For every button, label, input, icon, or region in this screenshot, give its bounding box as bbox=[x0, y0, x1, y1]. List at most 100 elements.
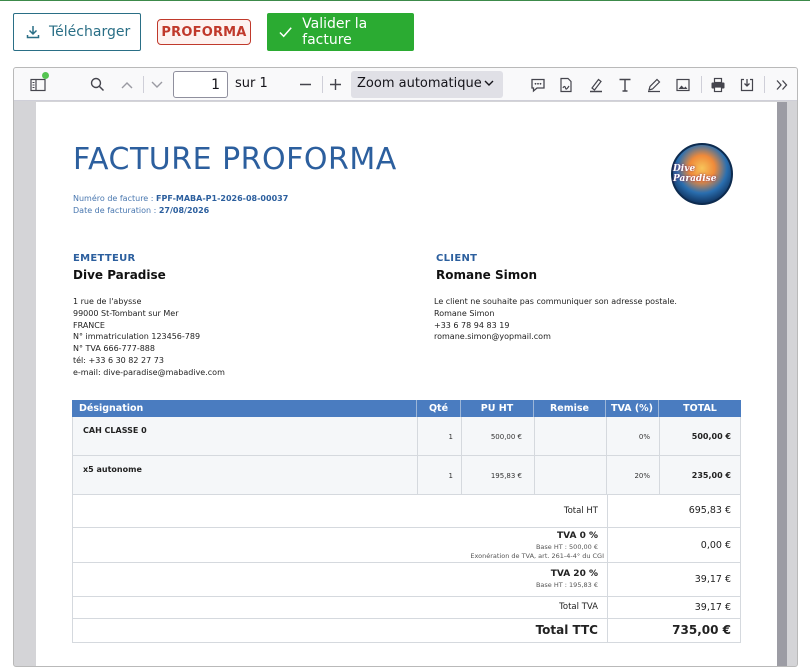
address-line: romane.simon@yopmail.com bbox=[434, 332, 551, 342]
toolbar-separator bbox=[143, 76, 144, 93]
table-header: Désignation Qté PU HT Remise TVA (%) TOT… bbox=[72, 400, 741, 417]
proforma-badge: PROFORMA bbox=[157, 19, 251, 45]
download-label: Télécharger bbox=[49, 24, 131, 40]
totals-divider bbox=[607, 563, 608, 596]
address-line: Le client ne souhaite pas communiquer so… bbox=[434, 297, 677, 306]
validate-invoice-button[interactable]: Valider la facture bbox=[267, 13, 414, 51]
next-page-button[interactable] bbox=[145, 68, 169, 101]
plus-icon bbox=[329, 79, 341, 90]
total-vat-value: 39,17 € bbox=[694, 602, 731, 613]
more-tools-button[interactable] bbox=[770, 68, 794, 101]
logo-text: Dive Paradise bbox=[673, 164, 717, 184]
comment-button[interactable] bbox=[526, 68, 550, 101]
table-row: x5 autonome 1 195,83 € 20% 235,00 € bbox=[72, 456, 741, 495]
row-qty: 1 bbox=[418, 417, 462, 455]
totals-divider bbox=[607, 495, 608, 527]
row-vat-rate: 0% bbox=[607, 417, 660, 455]
toolbar-separator bbox=[322, 76, 323, 93]
signature-icon bbox=[560, 77, 572, 92]
address-line: 99000 St-Tombant sur Mer bbox=[73, 308, 179, 318]
row-unit-price: 500,00 € bbox=[462, 417, 535, 455]
address-line: e-mail: dive-paradise@mabadive.com bbox=[73, 367, 225, 377]
highlight-button[interactable] bbox=[584, 68, 608, 101]
vat-20-base: Base HT : 195,83 € bbox=[535, 581, 598, 589]
draw-button[interactable] bbox=[642, 68, 666, 101]
vat-0-exemption: Exonération de TVA, art. 261-4-4° du CGI bbox=[470, 552, 604, 560]
vertical-scrollbar[interactable] bbox=[777, 102, 787, 666]
validate-label: Valider la facture bbox=[302, 16, 368, 48]
image-icon bbox=[676, 78, 690, 91]
zoom-in-button[interactable] bbox=[324, 68, 346, 101]
toolbar-separator bbox=[701, 76, 702, 93]
invoice-date-value: 27/08/2026 bbox=[158, 206, 210, 215]
signature-button[interactable] bbox=[554, 68, 578, 101]
invoice-table: Désignation Qté PU HT Remise TVA (%) TOT… bbox=[72, 400, 741, 643]
page-number-input[interactable]: 1 bbox=[173, 71, 228, 98]
total-vat-label: Total TVA bbox=[559, 602, 598, 612]
invoice-number: Numéro de facture : FPF-MABA-P1-2026-08-… bbox=[73, 194, 288, 203]
zoom-out-button[interactable] bbox=[294, 68, 316, 101]
row-discount bbox=[535, 417, 607, 455]
row-unit-price: 195,83 € bbox=[462, 456, 535, 494]
minus-icon bbox=[299, 83, 311, 86]
invoice-totals: Total HT 695,83 € TVA 0 % Base HT : 500,… bbox=[72, 495, 741, 643]
double-chevron-right-icon bbox=[776, 79, 788, 90]
vat-0-value: 0,00 € bbox=[700, 540, 731, 551]
total-ht-label: Total HT bbox=[563, 506, 598, 516]
total-ttc-row: Total TTC 735,00 € bbox=[72, 619, 741, 643]
search-icon bbox=[90, 77, 104, 92]
save-icon bbox=[740, 78, 754, 91]
download-button[interactable]: Télécharger bbox=[13, 13, 141, 51]
pdf-viewer: 1 sur 1 Zoom automatique FACTURE PROFORM… bbox=[13, 67, 798, 667]
vat-0-base: Base HT : 500,00 € bbox=[535, 543, 598, 551]
invoice-number-value: FPF-MABA-P1-2026-08-00037 bbox=[156, 194, 289, 203]
address-line: N° immatriculation 123456-789 bbox=[73, 332, 201, 342]
vat-20-row: TVA 20 % Base HT : 195,83 € 39,17 € bbox=[72, 563, 741, 597]
notification-dot bbox=[42, 72, 49, 79]
pencil-icon bbox=[648, 78, 661, 92]
client-address: Le client ne souhaite pas communiquer so… bbox=[434, 296, 677, 343]
chevron-up-icon bbox=[121, 81, 133, 88]
chevron-down-icon bbox=[484, 80, 494, 86]
column-header: PU HT bbox=[461, 400, 534, 417]
column-header: Remise bbox=[534, 400, 606, 417]
issuer-name: Dive Paradise bbox=[73, 268, 166, 282]
address-line: Romane Simon bbox=[434, 308, 495, 318]
download-icon bbox=[26, 26, 40, 39]
totals-divider bbox=[607, 597, 608, 618]
vat-0-label: TVA 0 % bbox=[556, 531, 598, 541]
table-row: CAH CLASSE 0 1 500,00 € 0% 500,00 € bbox=[72, 417, 741, 456]
column-header: TOTAL bbox=[683, 403, 717, 414]
sidebar-icon bbox=[30, 78, 46, 91]
text-icon bbox=[619, 78, 631, 92]
chevron-down-icon bbox=[151, 81, 163, 88]
image-button[interactable] bbox=[671, 68, 695, 101]
address-line: FRANCE bbox=[73, 320, 105, 330]
page-count-label: sur 1 bbox=[235, 76, 268, 91]
address-line: 1 rue de l'abysse bbox=[73, 297, 142, 306]
print-icon bbox=[711, 77, 725, 92]
find-button[interactable] bbox=[84, 68, 110, 101]
check-icon bbox=[279, 27, 292, 38]
row-designation: x5 autonome bbox=[73, 456, 418, 494]
vat-0-row: TVA 0 % Base HT : 500,00 € Exonération d… bbox=[72, 528, 741, 563]
invoice-date: Date de facturation : 27/08/2026 bbox=[73, 206, 209, 215]
company-logo: Dive Paradise bbox=[671, 143, 733, 205]
invoice-date-label: Date de facturation : bbox=[73, 206, 157, 215]
client-name: Romane Simon bbox=[436, 268, 537, 282]
print-button[interactable] bbox=[706, 68, 730, 101]
total-ht-value: 695,83 € bbox=[688, 505, 731, 516]
previous-page-button[interactable] bbox=[115, 68, 139, 101]
row-designation: CAH CLASSE 0 bbox=[73, 417, 418, 455]
vat-20-label: TVA 20 % bbox=[550, 569, 598, 579]
zoom-select[interactable]: Zoom automatique bbox=[351, 71, 503, 98]
invoice-page: FACTURE PROFORMA Numéro de facture : FPF… bbox=[36, 102, 777, 666]
issuer-label: EMETTEUR bbox=[73, 253, 136, 264]
row-vat-rate: 20% bbox=[607, 456, 660, 494]
save-button[interactable] bbox=[735, 68, 759, 101]
address-line: N° TVA 666-777-888 bbox=[73, 344, 155, 354]
column-header: TVA (%) bbox=[606, 400, 659, 417]
total-vat-row: Total TVA 39,17 € bbox=[72, 597, 741, 619]
totals-divider bbox=[607, 619, 608, 642]
text-button[interactable] bbox=[613, 68, 637, 101]
